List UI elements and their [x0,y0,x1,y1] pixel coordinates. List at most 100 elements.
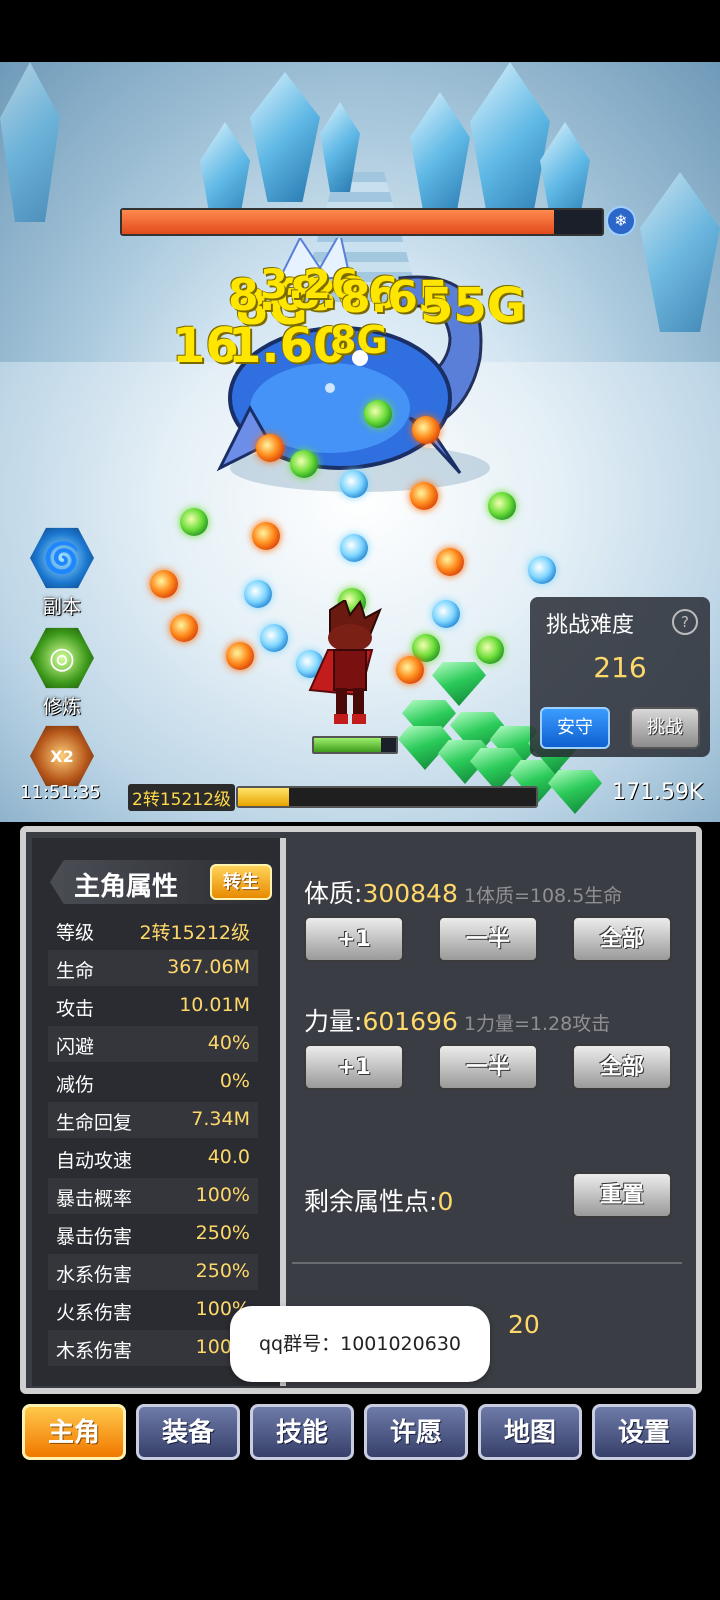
fire-orb [150,570,178,598]
auto-attack-value: 20 [508,1310,540,1339]
remaining-points-label: 剩余属性点: [304,1187,438,1216]
water-orb [260,624,288,652]
constitution-value: 300848 [362,879,458,908]
fire-orb [410,482,438,510]
side-button-label: 修炼 [42,696,81,718]
stat-value: 10.01M [179,994,250,1016]
fire-orb [412,416,440,444]
stat-value: 0% [219,1070,250,1092]
stat-row: 闪避 40% [48,1026,258,1062]
tab-wish[interactable]: 许愿 [364,1404,468,1460]
stat-name: 自动攻速 [56,1150,133,1172]
side-button-cultivation[interactable]: ◎ 修炼 [30,626,94,719]
challenge-difficulty-value: 216 [593,651,647,684]
strength-all-button[interactable]: 全部 [572,1044,672,1090]
stat-row: 暴击伤害 250% [48,1216,258,1252]
stat-name: 暴击概率 [56,1188,133,1210]
stat-name: 等级 [56,922,95,944]
exp-progress-fill [238,788,289,806]
challenge-title: 挑战难度 [546,613,635,638]
stat-value: 250% [195,1260,250,1282]
stat-value: 7.34M [191,1108,250,1130]
wood-orb [476,636,504,664]
tab-hero[interactable]: 主角 [22,1404,126,1460]
cultivation-icon: ◎ [30,627,94,689]
fire-orb [436,548,464,576]
constitution-row: 体质:300848 1体质=108.5生命 [304,874,622,910]
stat-row: 减伤 0% [48,1064,258,1100]
tab-map[interactable]: 地图 [478,1404,582,1460]
ice-crystal [0,62,60,222]
boss-health-fill [122,210,554,234]
stat-name: 水系伤害 [56,1264,133,1286]
stat-value: 40.0 [207,1146,250,1168]
stat-name: 生命 [56,960,95,982]
constitution-all-button[interactable]: 全部 [572,916,672,962]
guard-button[interactable]: 安守 [540,707,610,749]
fire-orb [256,434,284,462]
fire-orb [396,656,424,684]
challenge-panel: 挑战难度 ? 216 安守 挑战 [530,597,710,757]
constitution-hint: 1体质=108.5生命 [463,885,623,907]
hero-health-fill [314,738,382,752]
water-orb [432,600,460,628]
x2-bag-icon: X2 [30,725,94,787]
side-button-double-reward[interactable]: X2 [30,724,94,788]
strength-label: 力量: [304,1007,363,1036]
ice-crystal [410,92,470,222]
stat-row: 等级 2转15212级 [48,912,258,948]
wood-orb [180,508,208,536]
vortex-icon: 🌀 [30,527,94,589]
tab-equipment[interactable]: 装备 [136,1404,240,1460]
stat-name: 攻击 [56,998,95,1020]
panel-title: 主角属性 [74,872,179,902]
damage-number: 8G [330,318,388,362]
challenge-button[interactable]: 挑战 [630,707,700,749]
fire-orb [226,642,254,670]
constitution-plus-one-button[interactable]: +1 [304,916,404,962]
strength-value: 601696 [362,1007,458,1036]
stat-value: 2转15212级 [139,922,250,944]
side-button-dungeon[interactable]: 🌀 副本 [30,526,94,619]
attributes-header: 主角属性 转生 [40,860,280,904]
rebirth-button[interactable]: 转生 [210,864,272,900]
stat-name: 减伤 [56,1074,95,1096]
ice-crystal [470,62,550,232]
wood-orb [364,400,392,428]
constitution-half-button[interactable]: 一半 [438,916,538,962]
stat-value: 40% [207,1032,250,1054]
help-icon[interactable]: ? [672,609,698,635]
hero-health-bar [312,736,398,754]
x2-badge: X2 [50,746,74,766]
fire-orb [252,522,280,550]
tab-settings[interactable]: 设置 [592,1404,696,1460]
reset-button[interactable]: 重置 [572,1172,672,1218]
stat-row: 生命 367.06M [48,950,258,986]
strength-half-button[interactable]: 一半 [438,1044,538,1090]
wood-orb [290,450,318,478]
toast-message: qq群号：1001020630 [230,1306,490,1382]
remaining-points-row: 剩余属性点:0 [304,1182,453,1218]
panel-divider [280,838,286,1386]
stat-row: 生命回复 7.34M [48,1102,258,1138]
level-label: 2转15212级 [128,784,235,811]
stat-name: 闪避 [56,1036,95,1058]
exp-progress-bar [236,786,538,808]
water-orb [244,580,272,608]
water-orb [340,534,368,562]
stat-row: 自动攻速 40.0 [48,1140,258,1176]
stat-row: 暴击概率 100% [48,1178,258,1214]
strength-row: 力量:601696 1力量=1.28攻击 [304,1002,610,1038]
tab-skills[interactable]: 技能 [250,1404,354,1460]
water-orb [528,556,556,584]
stat-name: 火系伤害 [56,1302,133,1324]
hero-character[interactable] [300,600,400,730]
boost-timer: 11:51:35 [20,782,101,803]
water-orb [340,470,368,498]
stat-row: 攻击 10.01M [48,988,258,1024]
currency-amount: 171.59K [612,780,704,805]
wood-orb [488,492,516,520]
stat-value: 250% [195,1222,250,1244]
stat-value: 100% [195,1184,250,1206]
strength-plus-one-button[interactable]: +1 [304,1044,404,1090]
